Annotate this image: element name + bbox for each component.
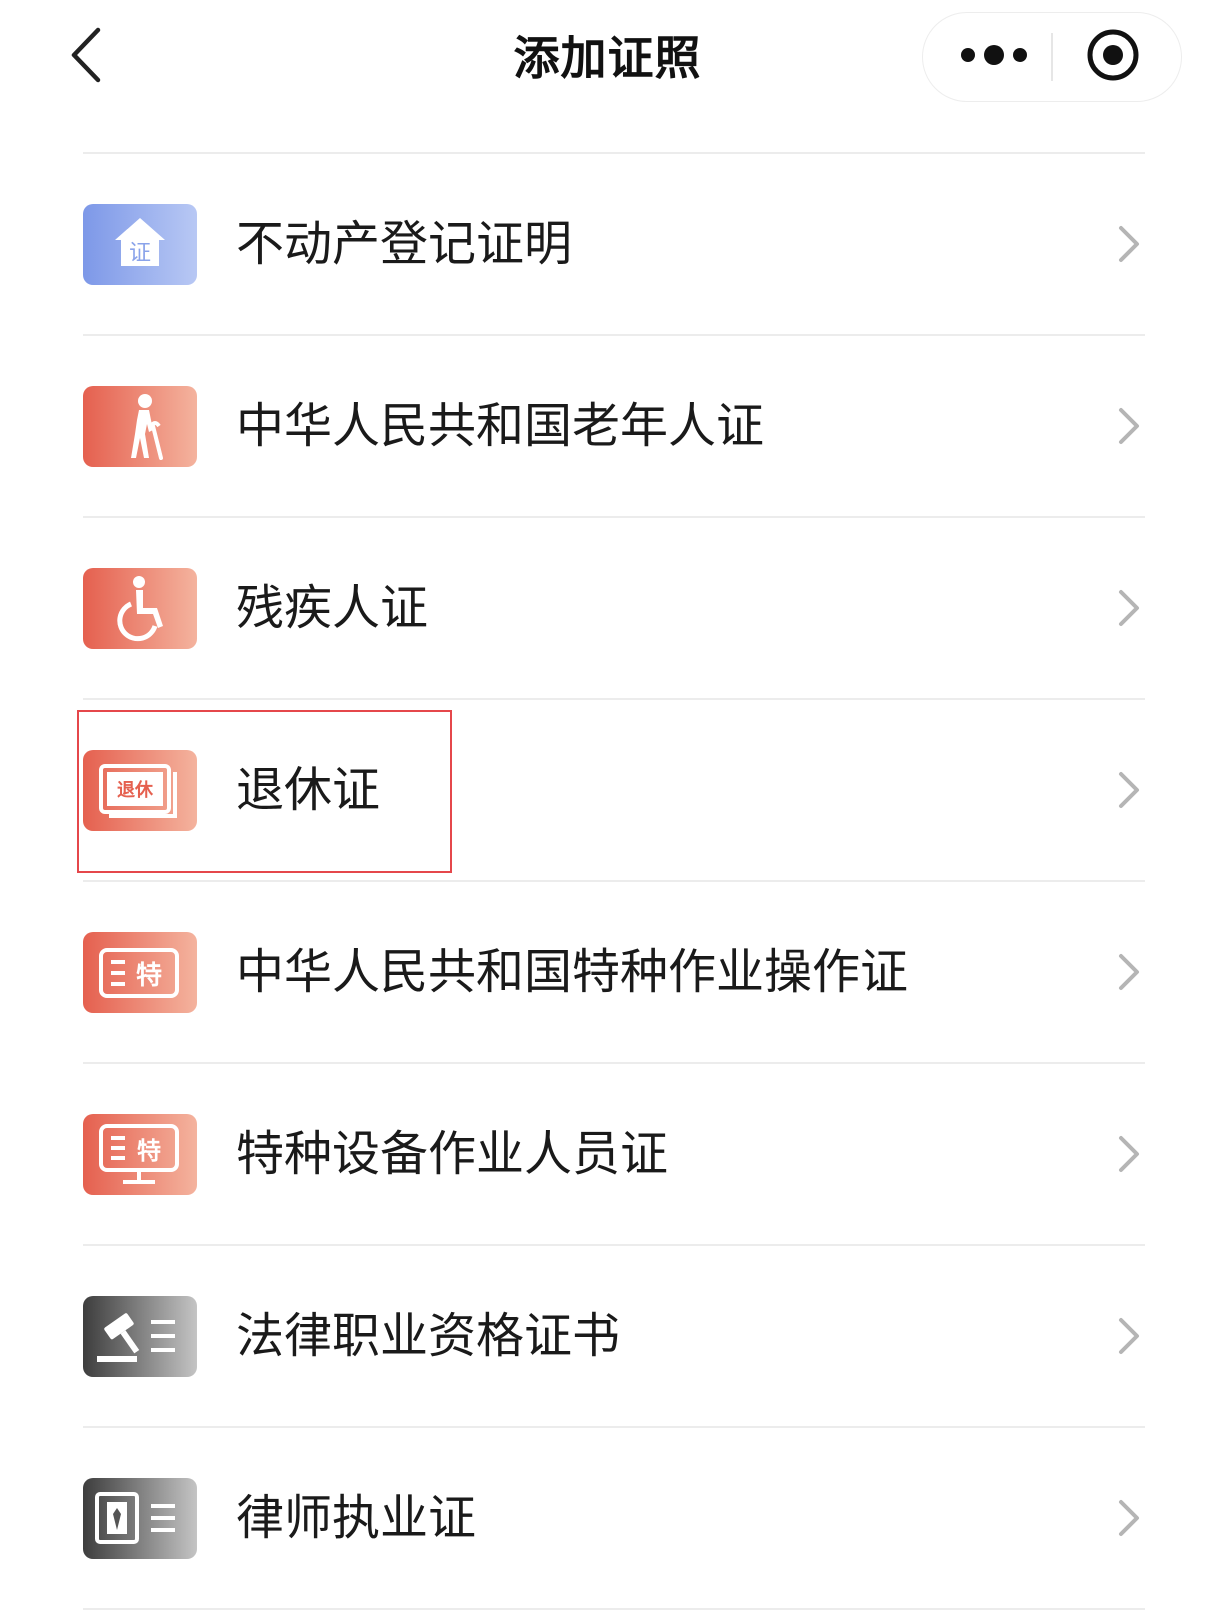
item-label: 退休证 bbox=[236, 762, 381, 818]
house-certificate-icon: 证 bbox=[83, 204, 197, 285]
chevron-right-icon bbox=[1113, 1496, 1143, 1540]
special-equipment-monitor-icon: 特 bbox=[83, 1114, 197, 1195]
list-item[interactable]: 残疾人证 bbox=[83, 518, 1145, 698]
close-target-icon[interactable] bbox=[1063, 13, 1173, 100]
chevron-right-icon bbox=[1113, 586, 1143, 630]
chevron-right-icon bbox=[1113, 1314, 1143, 1358]
list-item[interactable]: 法律职业资格证书 bbox=[83, 1246, 1145, 1426]
chevron-right-icon bbox=[1113, 1132, 1143, 1176]
list-item[interactable]: 退休 退休证 bbox=[83, 700, 1145, 880]
item-label: 残疾人证 bbox=[236, 580, 429, 636]
item-label: 法律职业资格证书 bbox=[236, 1308, 621, 1364]
list-item[interactable]: 中华人民共和国老年人证 bbox=[83, 336, 1145, 516]
item-label: 中华人民共和国特种作业操作证 bbox=[236, 944, 909, 1000]
svg-text:证: 证 bbox=[129, 241, 151, 266]
list-item[interactable]: 特 中华人民共和国特种作业操作证 bbox=[83, 882, 1145, 1062]
item-label: 特种设备作业人员证 bbox=[236, 1126, 669, 1182]
item-label: 中华人民共和国老年人证 bbox=[236, 398, 765, 454]
svg-text:特: 特 bbox=[136, 960, 162, 991]
more-options-icon[interactable] bbox=[943, 13, 1043, 100]
lawyer-id-icon bbox=[83, 1478, 197, 1559]
svg-text:退休: 退休 bbox=[117, 779, 154, 801]
chevron-right-icon bbox=[1113, 768, 1143, 812]
capsule-divider bbox=[1051, 33, 1053, 81]
certificate-list: 证 不动产登记证明 中华人民共和国老年人证 残疾人证 退休 退休证 特 中华人民… bbox=[83, 152, 1145, 1610]
chevron-right-icon bbox=[1113, 950, 1143, 994]
navigation-bar: 添加证照 bbox=[0, 0, 1215, 115]
list-item[interactable]: 证 不动产登记证明 bbox=[83, 154, 1145, 334]
divider bbox=[83, 1608, 1145, 1610]
chevron-right-icon bbox=[1113, 404, 1143, 448]
list-item[interactable]: 特 特种设备作业人员证 bbox=[83, 1064, 1145, 1244]
item-label: 不动产登记证明 bbox=[236, 216, 573, 272]
list-item[interactable]: 律师执业证 bbox=[83, 1428, 1145, 1608]
retirement-card-icon: 退休 bbox=[83, 750, 197, 831]
elderly-person-icon bbox=[83, 386, 197, 467]
svg-text:特: 特 bbox=[137, 1137, 161, 1165]
item-label: 律师执业证 bbox=[236, 1490, 477, 1546]
chevron-right-icon bbox=[1113, 222, 1143, 266]
wheelchair-icon bbox=[83, 568, 197, 649]
mini-program-capsule bbox=[922, 12, 1182, 102]
special-operation-card-icon: 特 bbox=[83, 932, 197, 1013]
gavel-icon bbox=[83, 1296, 197, 1377]
